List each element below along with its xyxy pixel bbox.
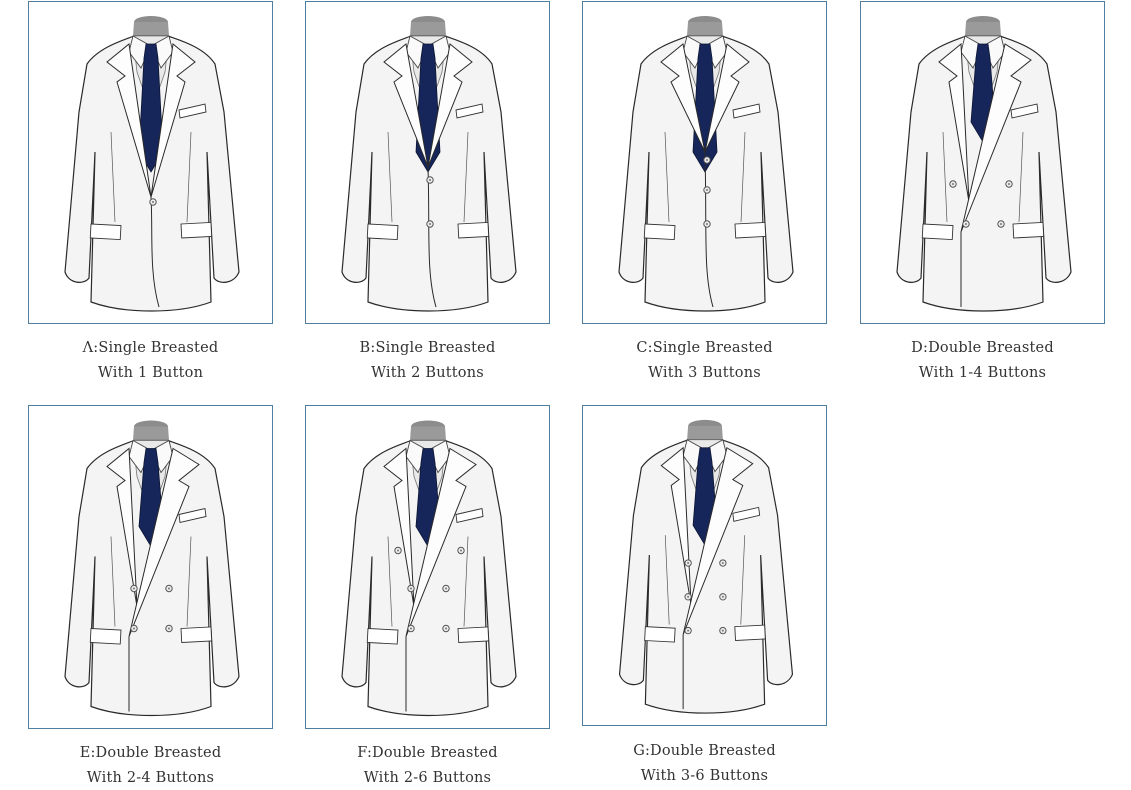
pocket-right (735, 222, 766, 238)
caption-line1: Λ:Single Breasted (28, 336, 273, 361)
jacket-option-f[interactable]: F:Double Breasted With 2-6 Buttons (305, 405, 550, 790)
caption-line1: C:Single Breasted (582, 336, 827, 361)
jacket-option-d[interactable]: D:Double Breasted With 1-4 Buttons (860, 1, 1105, 385)
button-hole (687, 630, 689, 632)
pocket-right (1013, 222, 1044, 238)
jacket-image-frame[interactable] (28, 405, 273, 729)
button-hole (133, 588, 135, 590)
button-hole (706, 159, 708, 161)
button-hole (1008, 183, 1010, 185)
caption-line2: With 3-6 Buttons (582, 764, 827, 789)
caption-line2: With 1 Button (28, 361, 273, 386)
pocket-right (181, 222, 212, 238)
caption-line1: B:Single Breasted (305, 336, 550, 361)
jacket-image-frame[interactable] (582, 405, 827, 726)
jacket-caption: C:Single Breasted With 3 Buttons (582, 336, 827, 385)
button-hole (410, 588, 412, 590)
pocket-left (922, 224, 953, 240)
jacket-illustration-db26 (306, 406, 549, 728)
jacket-caption: Λ:Single Breasted With 1 Button (28, 336, 273, 385)
jacket-illustration-sb2 (306, 2, 549, 323)
caption-line2: With 2-6 Buttons (305, 766, 550, 790)
button-hole (722, 562, 724, 564)
pocket-left (367, 629, 398, 645)
button-hole (965, 223, 967, 225)
caption-line2: With 2-4 Buttons (28, 766, 273, 790)
jacket-image-frame[interactable] (860, 1, 1105, 324)
button-hole (445, 588, 447, 590)
jacket-caption: B:Single Breasted With 2 Buttons (305, 336, 550, 385)
button-hole (168, 588, 170, 590)
pocket-right (458, 627, 489, 643)
jacket-caption: F:Double Breasted With 2-6 Buttons (305, 741, 550, 790)
jacket-image-frame[interactable] (582, 1, 827, 324)
jacket-illustration-db36 (583, 406, 826, 725)
button-hole (687, 596, 689, 598)
pocket-left (367, 224, 398, 240)
caption-line1: G:Double Breasted (582, 739, 827, 764)
button-hole (152, 201, 154, 203)
pocket-left (644, 224, 675, 240)
caption-line1: D:Double Breasted (860, 336, 1105, 361)
jacket-illustration-sb3 (583, 2, 826, 323)
jacket-option-a[interactable]: Λ:Single Breasted With 1 Button (28, 1, 273, 385)
jacket-option-b[interactable]: B:Single Breasted With 2 Buttons (305, 1, 550, 385)
button-hole (1000, 223, 1002, 225)
caption-line2: With 3 Buttons (582, 361, 827, 386)
button-hole (397, 550, 399, 552)
button-hole (722, 596, 724, 598)
caption-line2: With 2 Buttons (305, 361, 550, 386)
button-hole (429, 223, 431, 225)
button-hole (706, 189, 708, 191)
jacket-caption: E:Double Breasted With 2-4 Buttons (28, 741, 273, 790)
jacket-caption: G:Double Breasted With 3-6 Buttons (582, 739, 827, 788)
jacket-image-frame[interactable] (305, 405, 550, 729)
jacket-illustration-sb1 (29, 2, 272, 323)
caption-line2: With 1-4 Buttons (860, 361, 1105, 386)
caption-line1: F:Double Breasted (305, 741, 550, 766)
pocket-right (181, 627, 212, 643)
jacket-image-frame[interactable] (28, 1, 273, 324)
button-hole (168, 628, 170, 630)
button-hole (706, 223, 708, 225)
button-hole (429, 179, 431, 181)
button-hole (460, 550, 462, 552)
jacket-option-e[interactable]: E:Double Breasted With 2-4 Buttons (28, 405, 273, 790)
pocket-left (90, 224, 121, 240)
jacket-caption: D:Double Breasted With 1-4 Buttons (860, 336, 1105, 385)
jacket-option-c[interactable]: C:Single Breasted With 3 Buttons (582, 1, 827, 385)
jacket-option-g[interactable]: G:Double Breasted With 3-6 Buttons (582, 405, 827, 788)
jacket-illustration-db24 (29, 406, 272, 728)
jacket-illustration-db14 (861, 2, 1104, 323)
pocket-left (90, 629, 121, 645)
button-hole (687, 562, 689, 564)
caption-line1: E:Double Breasted (28, 741, 273, 766)
button-hole (722, 630, 724, 632)
pocket-left (645, 627, 676, 642)
button-hole (133, 628, 135, 630)
button-hole (445, 628, 447, 630)
pocket-right (735, 625, 766, 640)
button-hole (952, 183, 954, 185)
jacket-image-frame[interactable] (305, 1, 550, 324)
button-hole (410, 628, 412, 630)
pocket-right (458, 222, 489, 238)
